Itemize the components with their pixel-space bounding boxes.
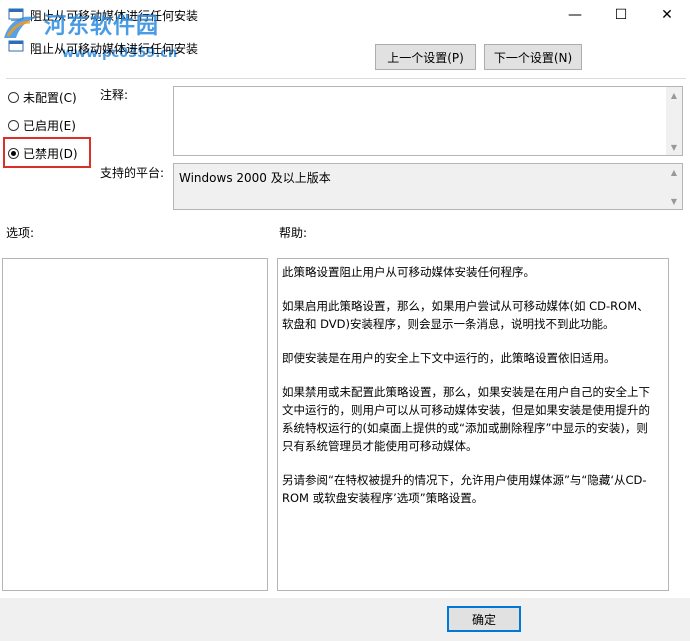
next-setting-button[interactable]: 下一个设置(N) bbox=[484, 44, 582, 70]
scroll-up-icon[interactable]: ▲ bbox=[666, 87, 682, 103]
ok-label: 确定 bbox=[471, 612, 496, 627]
header-divider bbox=[6, 78, 686, 79]
help-paragraph: 如果启用此策略设置，那么，如果用户尝试从可移动媒体(如 CD-ROM、软盘和 D… bbox=[282, 299, 649, 331]
help-paragraph: 此策略设置阻止用户从可移动媒体安装任何程序。 bbox=[282, 265, 535, 279]
radio-label: 未配置(C) bbox=[23, 91, 77, 105]
platform-scrollbar[interactable]: ▲ ▼ bbox=[666, 164, 682, 209]
minimize-icon: — bbox=[568, 7, 582, 23]
scroll-down-icon[interactable]: ▼ bbox=[666, 193, 682, 209]
options-label: 选项: bbox=[6, 226, 35, 240]
maximize-button[interactable]: ☐ bbox=[598, 0, 644, 30]
radio-circle-icon bbox=[8, 120, 19, 131]
platform-value: Windows 2000 及以上版本 bbox=[179, 171, 331, 185]
radio-enabled[interactable]: 已启用(E) bbox=[8, 117, 76, 134]
selection-highlight-box bbox=[3, 137, 91, 168]
radio-label: 已启用(E) bbox=[23, 119, 76, 133]
platform-label: 支持的平台: bbox=[100, 166, 165, 180]
next-setting-label: 下一个设置(N) bbox=[493, 50, 573, 65]
help-paragraph: 即使安装是在用户的安全上下文中运行的，此策略设置依旧适用。 bbox=[282, 351, 616, 365]
options-pane bbox=[2, 258, 268, 591]
help-paragraph: 如果禁用或未配置此策略设置，那么，如果安装是在用户自己的安全上下文中运行的，则用… bbox=[282, 385, 650, 453]
comment-label: 注释: bbox=[100, 88, 129, 102]
policy-name: 阻止从可移动媒体进行任何安装 bbox=[30, 42, 199, 56]
comment-textarea[interactable]: ▲ ▼ bbox=[173, 86, 683, 156]
platform-box: Windows 2000 及以上版本 ▲ ▼ bbox=[173, 163, 683, 210]
scroll-down-icon[interactable]: ▼ bbox=[666, 139, 682, 155]
close-button[interactable]: ✕ bbox=[644, 0, 690, 30]
ok-button[interactable]: 确定 bbox=[447, 606, 521, 632]
help-label: 帮助: bbox=[279, 226, 308, 240]
close-icon: ✕ bbox=[661, 7, 673, 23]
comment-scrollbar[interactable]: ▲ ▼ bbox=[666, 87, 682, 155]
scroll-up-icon[interactable]: ▲ bbox=[666, 164, 682, 180]
prev-setting-button[interactable]: 上一个设置(P) bbox=[375, 44, 476, 70]
watermark-logo-icon bbox=[4, 16, 36, 38]
watermark-text: 河东软件园 bbox=[44, 13, 160, 39]
minimize-button[interactable]: — bbox=[552, 0, 598, 30]
help-paragraph: 另请参阅“在特权被提升的情况下，允许用户使用媒体源”与“隐藏‘从CD-ROM 或… bbox=[282, 473, 647, 505]
help-text: 此策略设置阻止用户从可移动媒体安装任何程序。 如果启用此策略设置，那么，如果用户… bbox=[282, 263, 650, 523]
prev-setting-label: 上一个设置(P) bbox=[387, 50, 464, 65]
policy-setting-icon bbox=[8, 40, 24, 52]
radio-not-configured[interactable]: 未配置(C) bbox=[8, 89, 77, 106]
maximize-icon: ☐ bbox=[614, 7, 628, 23]
help-pane: 此策略设置阻止用户从可移动媒体安装任何程序。 如果启用此策略设置，那么，如果用户… bbox=[277, 258, 669, 591]
footer-bar bbox=[0, 598, 690, 641]
radio-circle-icon bbox=[8, 92, 19, 103]
